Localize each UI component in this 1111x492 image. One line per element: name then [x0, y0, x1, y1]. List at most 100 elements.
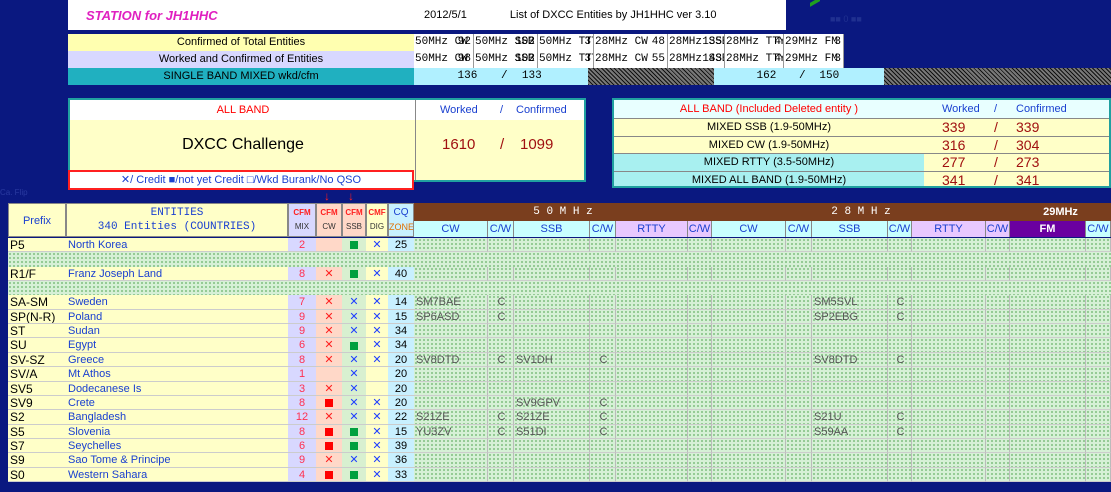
credit-mark: ✕ — [372, 310, 382, 323]
subcol-header: C/W — [786, 221, 812, 237]
row-qso-cell — [590, 467, 616, 482]
row-qso-cell — [986, 438, 1010, 454]
row-qso-cell — [1086, 295, 1111, 310]
row-qso-cell — [986, 309, 1010, 325]
row-qso-cell — [712, 352, 786, 368]
row-qso-cell — [712, 367, 786, 382]
not-credited-mark — [350, 441, 358, 450]
stat-cell-worked: 50MHz TTY 3 — [538, 51, 594, 68]
single-cfm: 150 — [819, 70, 840, 82]
row-cfm-dig: ✕ — [366, 438, 388, 454]
credit-mark: ✕ — [324, 353, 334, 366]
row-qso-cell — [986, 338, 1010, 353]
deleted-panel: ALL BAND (Included Deleted entity ) Work… — [612, 98, 1111, 188]
row-qso-cell — [514, 467, 590, 482]
deleted-row-label: MIXED ALL BAND (1.9-50MHz) — [614, 171, 924, 186]
row-qso-cell — [616, 324, 688, 339]
subcol-header: C/W — [590, 221, 616, 237]
row-qso-cell — [786, 309, 812, 325]
row-cfm-dig: ✕ — [366, 352, 388, 368]
credit-mark: ✕ — [372, 339, 382, 352]
deleted-row-label: MIXED RTTY (3.5-50MHz) — [614, 154, 924, 171]
stat-cell-worked: 50MHz CW 98 — [414, 51, 474, 68]
row-qso-cell — [712, 438, 786, 454]
row-qso-cell — [986, 381, 1010, 396]
stat-worked-value: 98 — [457, 53, 471, 65]
credit-mark: ✕ — [349, 310, 359, 323]
credit-mark: ✕ — [372, 325, 382, 338]
row-qso-cell — [712, 395, 786, 411]
row-qso-cell — [688, 467, 712, 482]
row-qso-cell: C — [888, 295, 912, 310]
deleted-row-values: 316 / 304 — [924, 136, 1109, 154]
credit-mark: ✕ — [349, 396, 359, 409]
row-qso-cell — [712, 453, 786, 468]
credit-mark: ✕ — [324, 325, 334, 338]
row-cfm-cw — [316, 367, 342, 382]
row-qso-cell — [616, 438, 688, 454]
row-qso-cell — [712, 424, 786, 439]
single-wkd: 162 — [756, 70, 777, 82]
row-qso-cell: SP2EBG — [812, 309, 888, 325]
row-mix-count: 8 — [288, 424, 316, 439]
cfm-header-top: CMF — [368, 208, 386, 217]
allband-confirmed-hdr: Confirmed — [516, 104, 567, 116]
credit-mark: ✕ — [349, 454, 359, 467]
row-qso-cell — [688, 238, 712, 253]
cfm-header-ssb: CFM SSB — [342, 203, 366, 237]
corner-note: Ca. Flip — [0, 188, 28, 197]
row-mix-count: 7 — [288, 295, 316, 310]
not-credited-mark — [325, 441, 333, 450]
row-prefix: SV5 — [8, 381, 66, 396]
row-cfm-ssb: ✕ — [342, 367, 366, 382]
stat-confirmed-value: 135 — [702, 36, 722, 48]
row-qso-cell — [488, 367, 514, 382]
row-qso-cell: SV1DH — [514, 352, 590, 368]
cfm-header-dig: CMF DIG — [366, 203, 388, 237]
row-cfm-ssb — [342, 467, 366, 482]
deleted-sep: / — [994, 136, 998, 153]
stat-mode-label: 29MHz FM — [785, 53, 838, 65]
row-qso-cell — [414, 367, 488, 382]
deleted-row-values: 339 / 339 — [924, 119, 1109, 136]
row-cfm-ssb — [342, 424, 366, 439]
credit-mark: ✕ — [324, 296, 334, 309]
row-qso-cell — [888, 367, 912, 382]
row-qso-cell — [812, 338, 888, 353]
row-qso-cell — [986, 367, 1010, 382]
cfm-header-top: CFM — [293, 208, 311, 217]
subcol-header: CW — [712, 221, 786, 237]
row-qso-cell — [912, 424, 986, 439]
row-qso-cell — [1086, 438, 1111, 454]
row-cfm-cw — [316, 467, 342, 482]
row-cfm-ssb — [342, 266, 366, 282]
single-cfm: 133 — [521, 70, 542, 82]
row-qso-cell: YU3ZV — [414, 424, 488, 439]
row-qso-cell — [786, 424, 812, 439]
row-entity: Western Sahara — [66, 467, 288, 482]
row-qso-cell — [1010, 453, 1086, 468]
row-prefix: ST — [8, 324, 66, 339]
stat-confirmed-value: 102 — [515, 36, 535, 48]
row-qso-cell — [414, 266, 488, 282]
row-qso-cell: C — [590, 395, 616, 411]
row-qso-cell — [1086, 410, 1111, 425]
cfm-header-mix: CFM MIX — [288, 203, 316, 237]
row-qso-cell: SV8DTD — [812, 352, 888, 368]
row-qso-cell — [712, 266, 786, 282]
worked-label: Worked and Confirmed of Entities — [68, 51, 414, 68]
row-qso-cell — [712, 381, 786, 396]
stat-worked-value: 3 — [584, 53, 591, 65]
cfm-header-sub: SSB — [345, 222, 362, 231]
row-qso-cell — [688, 295, 712, 310]
row-qso-cell — [488, 381, 514, 396]
credit-mark: ✕ — [372, 239, 382, 251]
row-qso-cell — [812, 266, 888, 282]
row-qso-cell — [786, 338, 812, 353]
row-qso-cell: S21U — [812, 410, 888, 425]
deleted-worked: 341 — [942, 171, 966, 188]
credit-mark: ✕ — [349, 368, 359, 381]
row-qso-cell — [1086, 352, 1111, 368]
allband-values: 1610 / 1099 — [416, 120, 584, 180]
row-cfm-ssb: ✕ — [342, 381, 366, 396]
